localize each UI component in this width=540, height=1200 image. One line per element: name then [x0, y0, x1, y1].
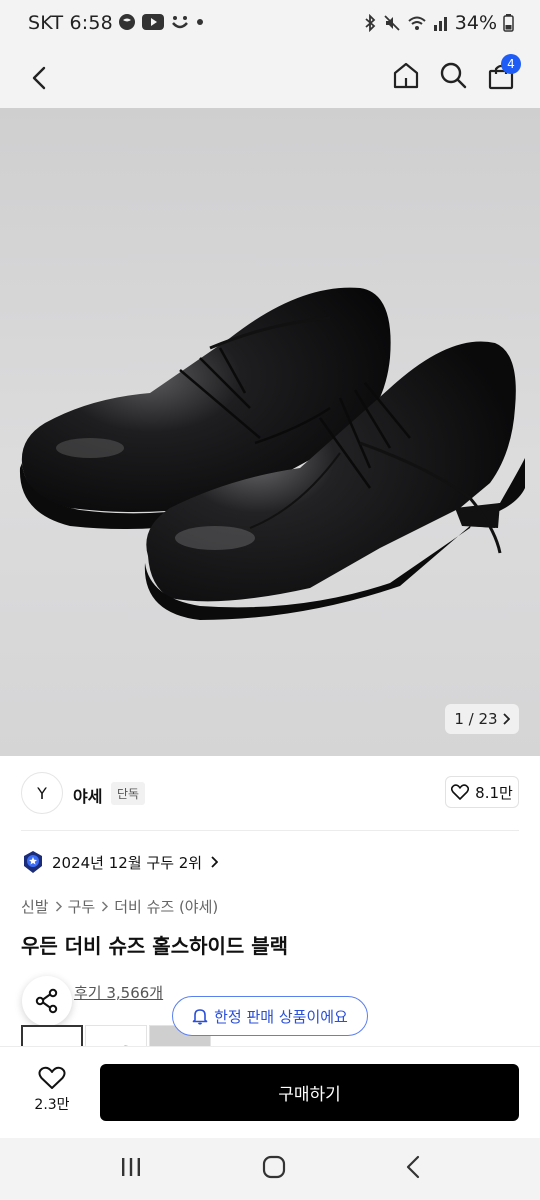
system-icons: 34% [363, 12, 514, 34]
notification-icons [118, 13, 204, 31]
home-nav-button[interactable] [262, 1155, 286, 1183]
bell-icon [192, 1009, 208, 1025]
bluetooth-icon [365, 14, 376, 32]
chevron-left-icon [32, 66, 46, 90]
dot-icon [197, 19, 203, 25]
breadcrumb-item[interactable]: 신발 [21, 896, 49, 917]
mute-icon [384, 15, 400, 31]
chevron-right-icon [211, 856, 219, 868]
brand-name[interactable]: 야세 [73, 783, 102, 807]
ranking-text: 2024년 12월 구두 2위 [52, 853, 203, 872]
image-counter[interactable]: 1 / 23 [445, 704, 519, 734]
back-arrow-icon [406, 1155, 420, 1179]
app-header: 4 [0, 48, 540, 108]
chat-smile-icon [172, 16, 188, 29]
youtube-icon [142, 14, 164, 30]
whatsapp-icon [119, 14, 135, 30]
brand-logo[interactable]: Y [21, 772, 63, 814]
product-title: 우든 더비 슈즈 홀스하이드 블랙 [21, 934, 289, 958]
brand-like-button[interactable]: 8.1만 [445, 776, 519, 808]
wifi-icon [408, 16, 426, 30]
breadcrumb-item[interactable]: 더비 슈즈 (야세) [114, 896, 218, 917]
home-button[interactable] [389, 58, 423, 92]
chevron-right-icon [502, 713, 510, 725]
exclusive-badge: 단독 [111, 782, 146, 805]
chevron-right-icon [55, 901, 62, 912]
product-image [19, 287, 525, 620]
heart-icon [38, 1066, 66, 1089]
cart-button[interactable]: 4 [485, 54, 521, 92]
back-nav-button[interactable] [406, 1155, 420, 1183]
brand-like-count: 8.1만 [475, 783, 513, 802]
share-button[interactable] [22, 976, 72, 1026]
breadcrumb: 신발 구두 더비 슈즈 (야세) [21, 896, 218, 917]
chevron-right-icon [102, 901, 109, 912]
home-icon [393, 62, 419, 89]
ranking-link[interactable]: 2024년 12월 구두 2위 [22, 850, 219, 874]
status-bar: SKT 6:58 34% [0, 0, 540, 48]
product-image-gallery[interactable] [0, 108, 540, 756]
wishlist-button[interactable]: 2.3만 [22, 1066, 82, 1114]
recent-apps-icon [122, 1158, 140, 1176]
share-icon [35, 988, 58, 1014]
brand-logo-text: Y [37, 783, 47, 803]
signal-icon [433, 17, 447, 31]
search-icon [440, 62, 467, 89]
search-button[interactable] [436, 58, 470, 92]
breadcrumb-item[interactable]: 구두 [68, 896, 96, 917]
buy-button[interactable]: 구매하기 [100, 1064, 519, 1121]
divider [21, 830, 519, 831]
status-time: SKT 6:58 [28, 12, 113, 34]
recent-apps-button[interactable] [120, 1157, 142, 1181]
home-circle-icon [262, 1155, 286, 1179]
limited-sale-toast: 한정 판매 상품이에요 [172, 996, 368, 1036]
cart-count-badge: 4 [501, 54, 521, 74]
system-navigation-bar [0, 1138, 540, 1200]
ranking-badge-icon [24, 851, 42, 873]
heart-icon [451, 784, 470, 800]
reviews-link[interactable]: 후기 3,566개 [74, 982, 163, 1003]
back-button[interactable] [22, 61, 56, 95]
image-counter-text: 1 / 23 [454, 710, 498, 728]
toast-text: 한정 판매 상품이에요 [214, 1007, 348, 1026]
wishlist-count: 2.3만 [34, 1097, 70, 1113]
battery-icon [503, 14, 514, 32]
battery-text: 34% [454, 12, 497, 34]
screen: SKT 6:58 34% 4 1 / 23 Y 야세 단독 8.1만 2024년… [0, 0, 540, 1200]
